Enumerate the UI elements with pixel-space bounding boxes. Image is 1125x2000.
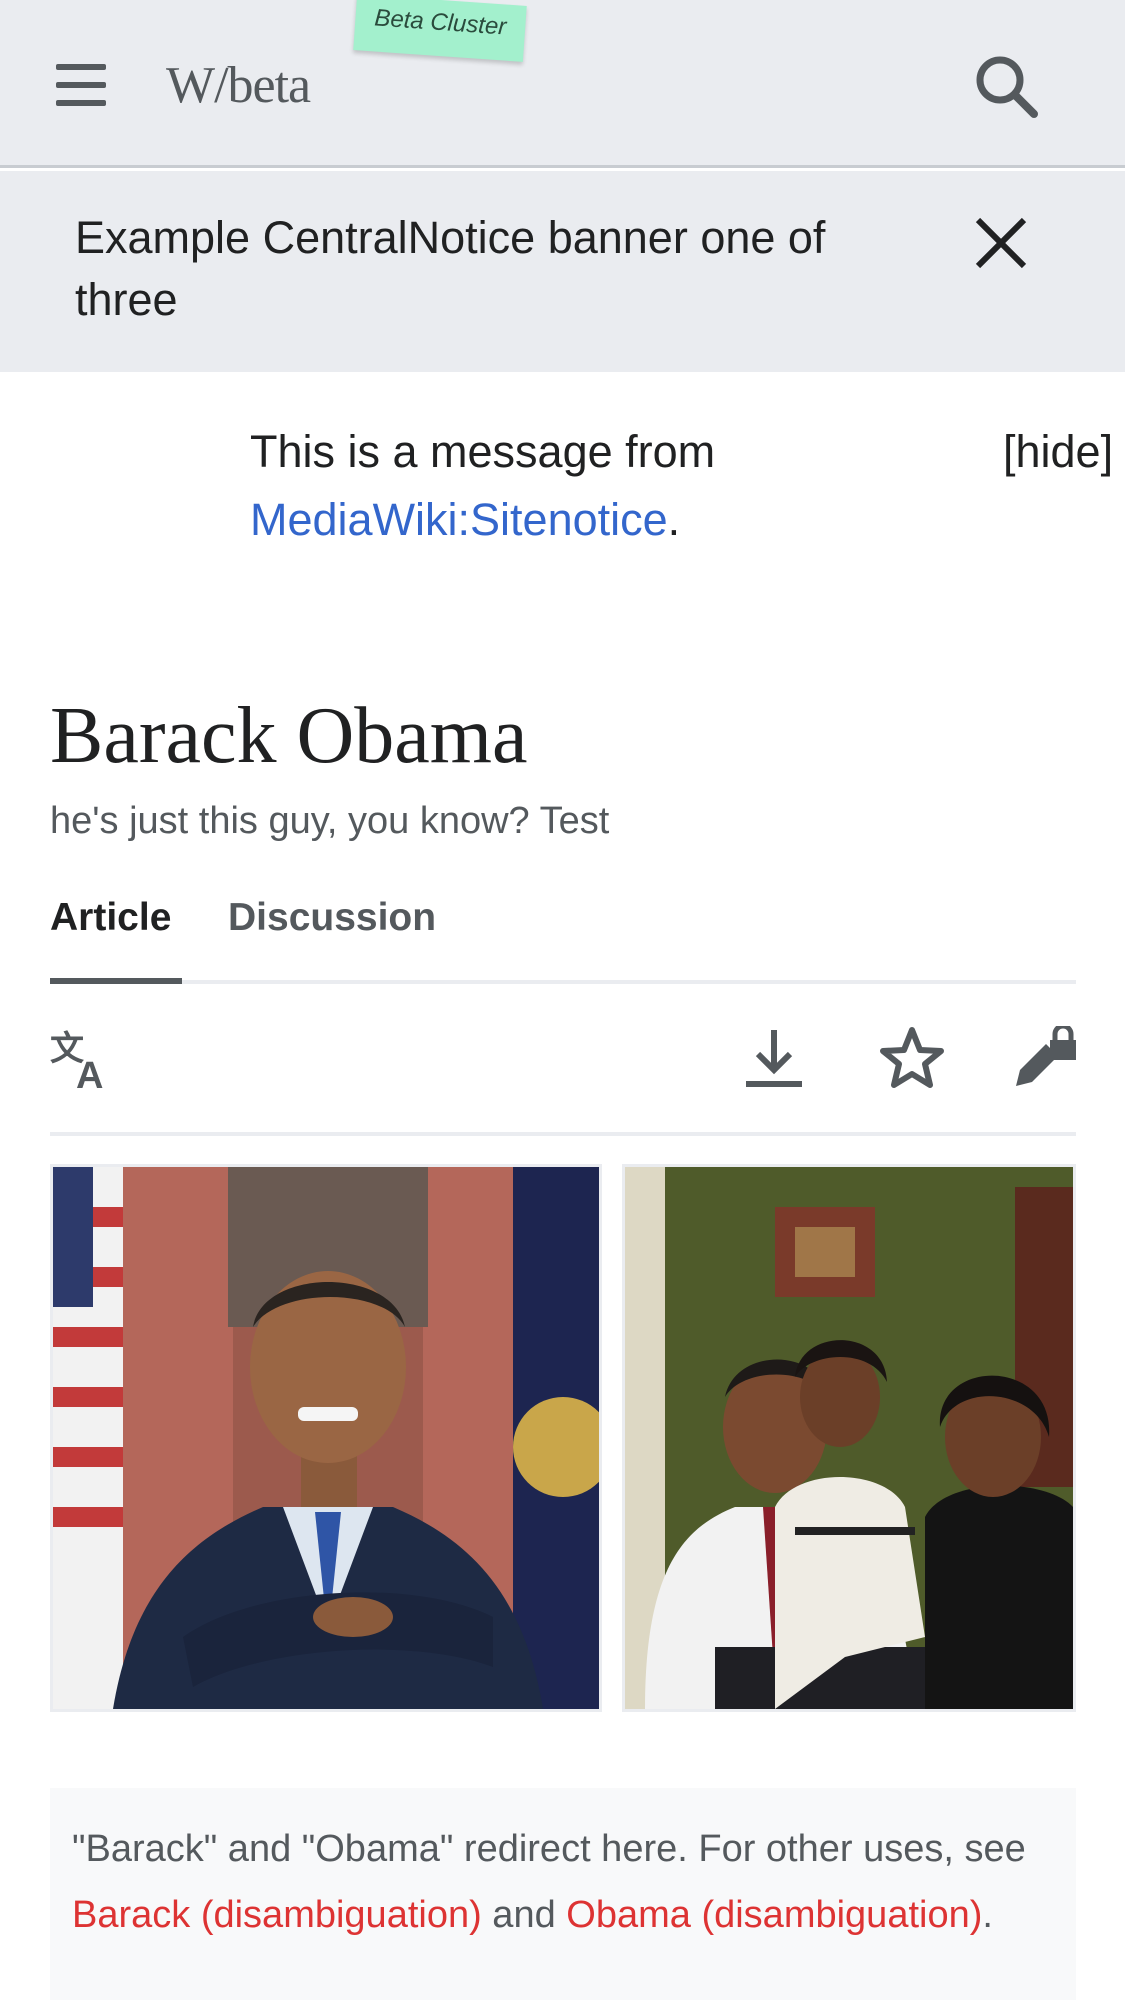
family-photo[interactable] [622,1164,1076,1712]
sitenotice-link[interactable]: MediaWiki:Sitenotice [250,494,668,545]
edit-lock-icon[interactable] [1012,1023,1076,1090]
hatnote-period: . [982,1894,993,1936]
page-tabs: Article Discussion [50,880,1076,984]
site-wordmark[interactable]: W/beta [166,56,311,115]
hatnote-text: "Barack" and "Obama" redirect here. For … [72,1828,1026,1870]
hatnote-and: and [481,1894,567,1936]
image-gallery [50,1164,1076,1712]
hamburger-menu-icon[interactable] [50,58,114,112]
download-icon[interactable] [742,1026,806,1090]
tab-discussion[interactable]: Discussion [228,896,436,940]
close-icon[interactable] [970,212,1032,274]
page-tagline: he's just this guy, you know? Test [50,800,610,842]
site-notice-period: . [667,494,681,545]
banner-text: Example CentralNotice banner one of thre… [75,212,826,325]
portrait-photo[interactable] [50,1164,602,1712]
barack-disambiguation-link[interactable]: Barack (disambiguation) [72,1894,482,1936]
hide-notice-link[interactable]: [hide] [1003,418,1113,486]
obama-disambiguation-link[interactable]: Obama (disambiguation) [566,1894,982,1936]
page-title: Barack Obama [50,692,528,780]
svg-text:A: A [76,1055,103,1090]
language-icon[interactable]: 文 A [50,1026,114,1097]
header: W/beta Beta Cluster [0,0,1125,168]
site-notice: This is a message from MediaWiki:Sitenot… [250,418,990,554]
search-icon[interactable] [972,52,1042,122]
star-icon[interactable] [880,1026,944,1090]
beta-cluster-tag: Beta Cluster [353,0,527,62]
central-notice-banner: Example CentralNotice banner one of thre… [0,171,1125,372]
hatnote: "Barack" and "Obama" redirect here. For … [50,1788,1076,2000]
page-actions: 文 A [50,984,1076,1136]
tab-article[interactable]: Article [50,896,171,940]
site-notice-text: This is a message from [250,426,716,477]
